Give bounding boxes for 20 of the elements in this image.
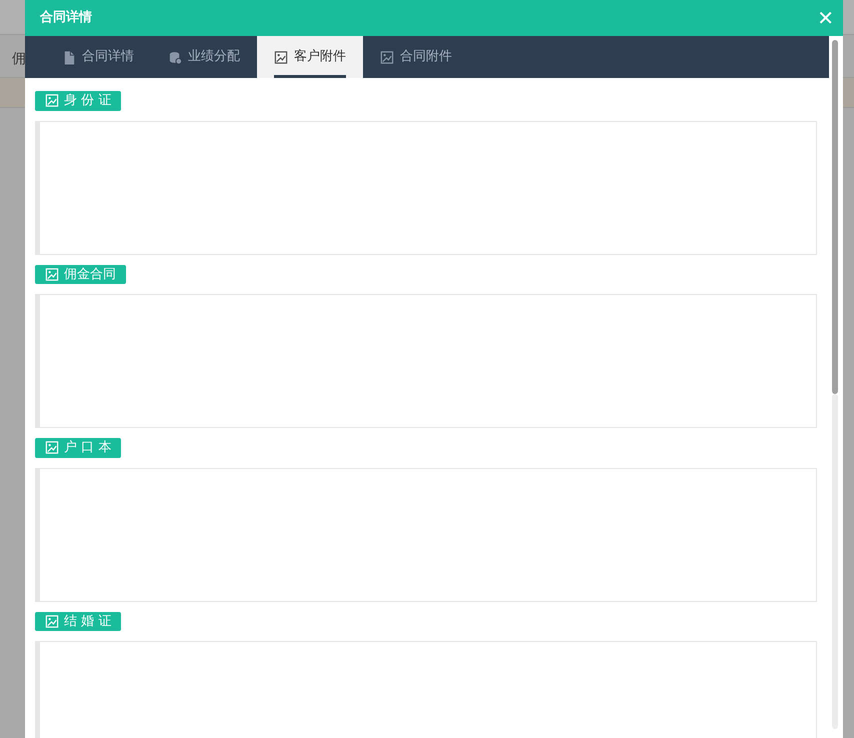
background-label: 佣 — [11, 50, 26, 69]
attachment-group-button[interactable]: 佣金合同 — [35, 264, 126, 284]
image-icon — [45, 614, 59, 629]
dialog-title: 合同详情 — [40, 8, 92, 28]
database-icon — [168, 50, 182, 64]
scrollbar-thumb[interactable] — [832, 40, 838, 394]
close-button[interactable]: ✕ — [817, 8, 834, 28]
image-icon — [45, 440, 59, 456]
attachment-group-button[interactable]: 身 份 证 — [35, 91, 122, 110]
tab[interactable]: 合同详情 — [45, 36, 151, 78]
image-icon — [380, 50, 394, 64]
image-icon — [45, 93, 59, 108]
attachment-group-button[interactable]: 结 婚 证 — [35, 612, 122, 631]
document-icon — [62, 50, 76, 64]
tab[interactable]: 合同附件 — [363, 36, 469, 78]
tab[interactable]: 业绩分配 — [151, 36, 257, 78]
image-icon — [274, 50, 288, 64]
tab[interactable]: 客户附件 — [257, 36, 363, 78]
attachment-group-button[interactable]: 户 口 本 — [35, 438, 122, 458]
image-icon — [45, 266, 59, 282]
